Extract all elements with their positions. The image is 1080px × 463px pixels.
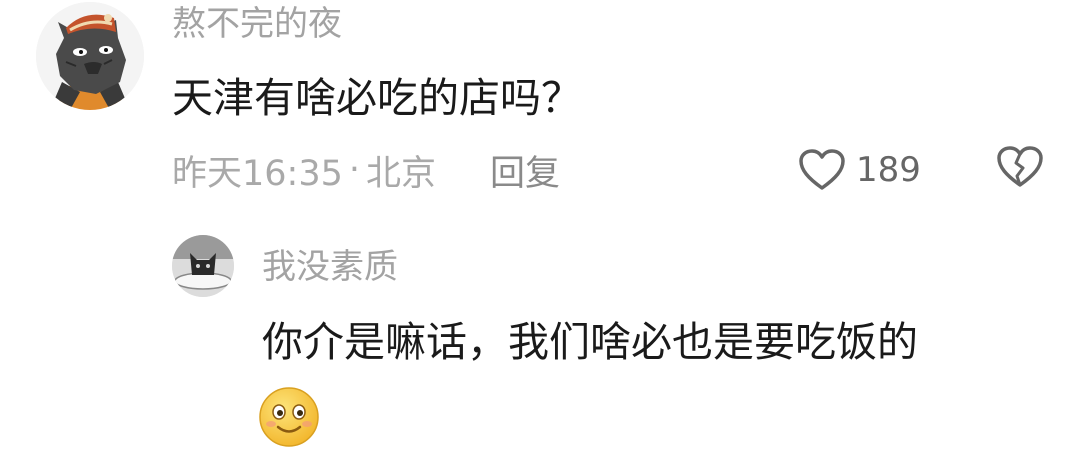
heart-outline-icon	[798, 148, 846, 192]
comment-timestamp: 昨天16:35	[172, 153, 343, 194]
reply-button[interactable]: 回复	[490, 145, 560, 196]
comment-location: 北京	[366, 153, 437, 194]
comment-text: 天津有啥必吃的店吗？	[172, 74, 582, 122]
like-button[interactable]: 189	[798, 144, 921, 196]
comment-meta: 昨天16:35 · 北京 回复	[172, 144, 560, 196]
wolf-avatar-icon[interactable]	[36, 2, 144, 110]
comment-thread: 熬不完的夜 天津有啥必吃的店吗？ 昨天16:35 · 北京 回复 189 我没素…	[0, 0, 1080, 463]
comment-username[interactable]: 熬不完的夜	[172, 2, 342, 46]
reply-text: 你介是嘛话，我们啥必也是要吃饭的	[262, 318, 918, 366]
smile-emoji-icon	[258, 386, 320, 448]
meta-separator: ·	[348, 150, 361, 190]
cat-avatar-icon[interactable]	[172, 235, 234, 297]
like-count: 189	[856, 150, 921, 190]
reply-username[interactable]: 我没素质	[262, 245, 398, 289]
broken-heart-icon[interactable]	[996, 145, 1044, 189]
